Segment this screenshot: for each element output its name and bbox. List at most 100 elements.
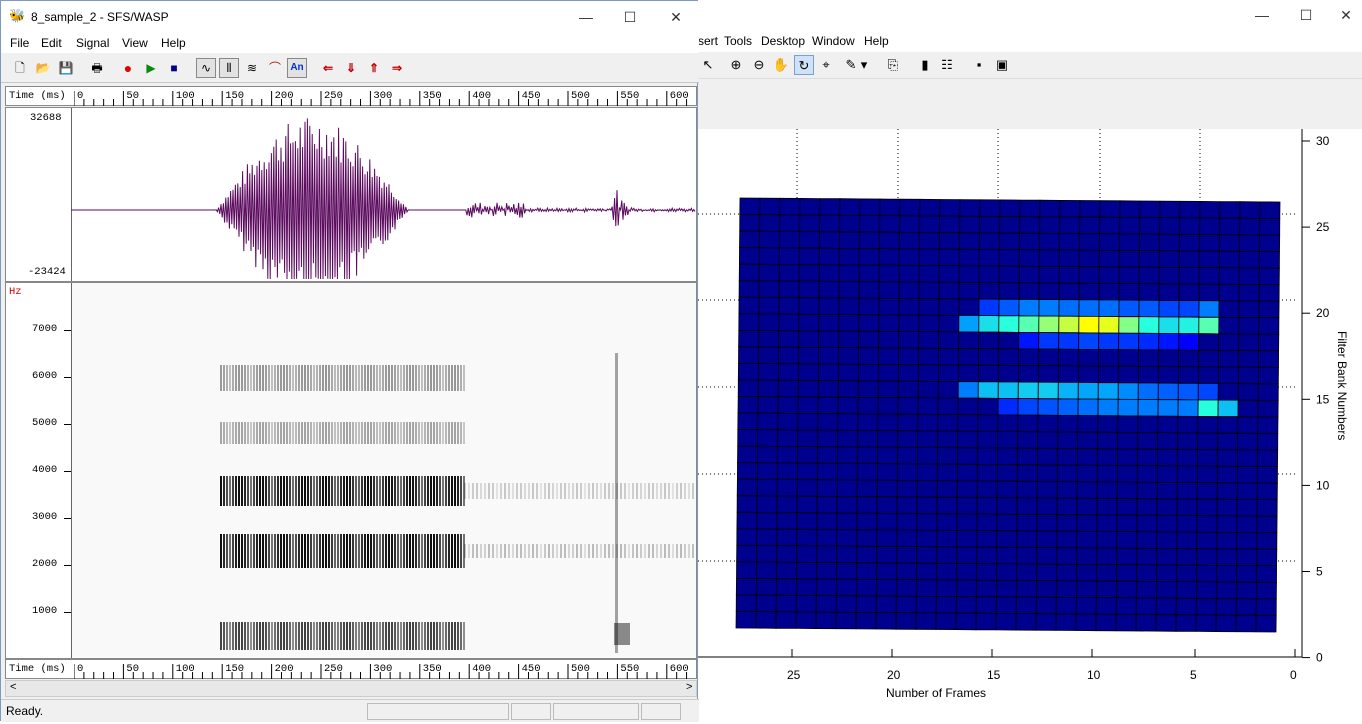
new-file-icon[interactable]: 🗋 [10, 58, 30, 78]
show-tools-icon[interactable]: ▣ [992, 55, 1012, 75]
pan-icon[interactable]: ✋ [771, 55, 791, 75]
spectro-stripe [433, 422, 435, 444]
close-button[interactable]: ✕ [1334, 4, 1358, 26]
heatmap-cell [1259, 201, 1281, 219]
x-tick-label: 0 [1290, 668, 1297, 682]
link-plot-icon[interactable]: ⎘ [883, 55, 903, 75]
heatmap-cell [1159, 200, 1181, 219]
pitch-view-icon[interactable]: ⌒ [265, 58, 285, 78]
menu-window[interactable]: Window [812, 34, 855, 48]
spectro-stripe [250, 476, 252, 506]
y-tick-label: 10 [1316, 478, 1330, 492]
heatmap-cell [1116, 481, 1138, 500]
hide-tools-icon[interactable]: ▪ [969, 55, 989, 75]
spectrogram-pane[interactable]: Hz 7000 6000 5000 4000 3000 2000 1000 [5, 282, 697, 659]
spectro-stripe [608, 544, 610, 558]
heatmap-cell [778, 330, 800, 348]
heatmap-3d-plot[interactable]: 30 25 20 15 10 5 0 25 20 15 10 5 0 Number of Frames Fi… [698, 129, 1362, 721]
record-icon[interactable]: ● [118, 58, 138, 78]
heatmap-cell [1137, 398, 1159, 417]
menu-help[interactable]: Help [161, 36, 186, 50]
heatmap-cell [836, 479, 858, 498]
colorbar-icon[interactable]: ▮ [915, 55, 935, 75]
spectro-stripe [343, 622, 345, 650]
legend-icon[interactable]: ☷ [937, 55, 957, 75]
menu-tools[interactable]: Tools [724, 34, 752, 48]
heatmap-cell [1036, 480, 1058, 499]
heatmap-cell [1117, 448, 1139, 467]
stop-icon[interactable]: ■ [164, 58, 184, 78]
waveform-plot[interactable] [66, 108, 696, 281]
arrow-left-icon[interactable]: ⇐ [318, 58, 338, 78]
menu-insert[interactable]: sert [698, 34, 718, 48]
rotate-3d-icon[interactable]: ↻ [794, 55, 814, 75]
spectro-stripe [560, 483, 562, 499]
spectro-stripe [400, 422, 402, 444]
spectro-stripe [476, 544, 478, 558]
chevron-down-icon[interactable]: ▾ [859, 55, 869, 75]
horizontal-scrollbar[interactable]: < > [5, 680, 697, 697]
heatmap-cell [1197, 366, 1219, 384]
lpc-view-icon[interactable]: ≋ [242, 58, 262, 78]
spectro-stripe [448, 422, 450, 444]
arrow-right-icon[interactable]: ⇒ [387, 58, 407, 78]
pointer-icon[interactable]: ↖ [698, 55, 718, 75]
maximize-button[interactable]: ☐ [618, 6, 642, 28]
arrow-up-icon[interactable]: ⇑ [364, 58, 384, 78]
heatmap-cell [1015, 580, 1037, 598]
scroll-right-icon[interactable]: > [686, 681, 692, 693]
heatmap-cell [818, 264, 840, 282]
heatmap-cell [1118, 249, 1140, 268]
zoom-in-icon[interactable]: ⊕ [726, 55, 746, 75]
menu-desktop[interactable]: Desktop [761, 34, 805, 48]
save-icon[interactable]: 💾 [56, 58, 76, 78]
minimize-button[interactable]: — [574, 6, 598, 28]
heatmap-cell [996, 464, 1018, 482]
close-button[interactable]: ✕ [664, 6, 688, 28]
heatmap-cell [1238, 333, 1260, 352]
heatmap-cell [798, 330, 820, 348]
heatmap-cell [977, 414, 999, 432]
heatmap-cell [1076, 514, 1098, 532]
menu-file[interactable]: File [10, 36, 29, 50]
heatmap-cell [1117, 431, 1139, 450]
waveform-pane[interactable]: 32688 -23424 [5, 107, 697, 282]
spectro-stripe [418, 365, 420, 391]
waveform-ymin: -23424 [28, 266, 66, 278]
menu-edit[interactable]: Edit [41, 36, 62, 50]
spectro-stripe [448, 365, 450, 391]
heatmap-cell [778, 264, 800, 282]
brush-icon[interactable]: ✎ [841, 55, 861, 75]
spectro-stripe [463, 622, 465, 650]
spectrogram-plot[interactable] [72, 283, 696, 658]
annotation-view-icon[interactable]: An [287, 58, 307, 78]
heatmap-cell [958, 331, 980, 350]
spectro-stripe [406, 534, 408, 568]
menu-help[interactable]: Help [864, 34, 889, 48]
heatmap-cell [775, 611, 797, 629]
heatmap-cell [897, 397, 919, 415]
waveform-view-icon[interactable]: ∿ [196, 58, 216, 78]
spectro-stripe [256, 622, 258, 650]
heatmap-cell [1037, 431, 1059, 449]
menu-signal[interactable]: Signal [76, 36, 109, 50]
spectro-stripe [328, 534, 330, 568]
scroll-left-icon[interactable]: < [10, 681, 16, 693]
spectro-stripe [298, 476, 300, 506]
maximize-button[interactable]: ☐ [1294, 4, 1318, 26]
spectro-stripe [385, 365, 387, 391]
minimize-button[interactable]: — [1250, 4, 1274, 26]
heatmap-cell [776, 561, 798, 580]
play-icon[interactable]: ▶ [141, 58, 161, 78]
print-icon[interactable]: 🖶 [87, 58, 107, 78]
open-folder-icon[interactable]: 📂 [33, 58, 53, 78]
data-cursor-icon[interactable]: ⌖ [816, 55, 836, 75]
arrow-down-icon[interactable]: ⇓ [341, 58, 361, 78]
spectro-stripe [226, 422, 228, 444]
spectro-stripe [331, 365, 333, 391]
spectrogram-view-icon[interactable]: ⦀ [219, 58, 239, 78]
menu-view[interactable]: View [122, 36, 148, 50]
heatmap-cell [876, 479, 898, 498]
zoom-out-icon[interactable]: ⊖ [749, 55, 769, 75]
spectro-stripe [346, 476, 348, 506]
